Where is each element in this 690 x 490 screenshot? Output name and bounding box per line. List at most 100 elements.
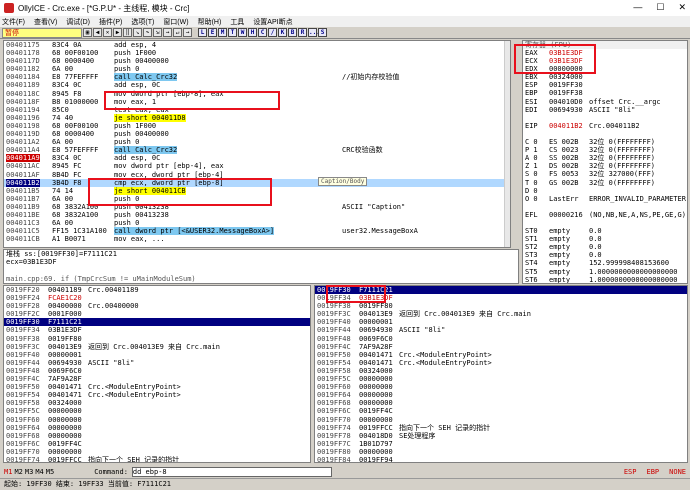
disasm-row[interactable]: 004011CB A1 B0071 mov eax, ... bbox=[4, 235, 510, 243]
dump-row[interactable]: 0019FF4C 7AF9A28F bbox=[4, 375, 310, 383]
maximize-button[interactable]: ☐ bbox=[656, 2, 664, 13]
dump-row[interactable]: 0019FF30 F7111C21 bbox=[4, 318, 310, 327]
register-row[interactable] bbox=[523, 219, 687, 227]
toolbar-letter-10[interactable]: R bbox=[298, 28, 307, 37]
menu-plugins[interactable]: 插件(P) bbox=[99, 17, 122, 27]
stack-row[interactable]: 0019FF78 004018D0 SE处理程序 bbox=[315, 432, 687, 440]
stack-pane[interactable]: 0019FF30 F7111C21 0019FF34 03B1E3DF 0019FF38… bbox=[314, 285, 688, 463]
dump-row[interactable]: 0019FF20 00401189 Crc.00401189 bbox=[4, 286, 310, 294]
menu-view[interactable]: 查看(V) bbox=[34, 17, 57, 27]
menu-help[interactable]: 帮助(H) bbox=[198, 17, 222, 27]
run-icon[interactable]: ▶ bbox=[113, 28, 122, 37]
menu-window[interactable]: 窗口(W) bbox=[163, 17, 188, 27]
register-row[interactable] bbox=[523, 203, 687, 211]
register-row[interactable] bbox=[523, 130, 687, 138]
registers-pane[interactable]: 寄存器 (FPU) EAX 03B1E3DF ECX 03B1E3DF EDX 00000… bbox=[522, 40, 688, 284]
step-into-icon[interactable]: ↘ bbox=[133, 28, 142, 37]
toolbar-letter-3[interactable]: T bbox=[228, 28, 237, 37]
close-button[interactable]: ✕ bbox=[678, 2, 686, 13]
stack-row[interactable]: 0019FF74 0019FFCC 指向下一个 SEH 记录的指针 bbox=[315, 424, 687, 432]
register-row[interactable]: ST5 empty 1.0000000000000000000 bbox=[523, 268, 687, 276]
toolbar-letter-5[interactable]: H bbox=[248, 28, 257, 37]
dump-row[interactable]: 0019FF70 00000000 bbox=[4, 448, 310, 456]
disasm-row[interactable]: 004011C5 FF15 1C31A100 call dword ptr [<&U… bbox=[4, 227, 510, 236]
dump-row[interactable]: 0019FF48 0069F6C0 bbox=[4, 367, 310, 375]
disasm-row[interactable]: 0040118C 8945 F8 mov dword ptr [ebp-8], ea… bbox=[4, 90, 510, 98]
register-row[interactable]: ST2 empty 0.0 bbox=[523, 243, 687, 251]
run-to-return-icon[interactable]: ↵ bbox=[173, 28, 182, 37]
close-process-icon[interactable]: ✕ bbox=[103, 28, 112, 37]
disasm-row[interactable]: 0040119D 68 0000400 push 00400000 bbox=[4, 130, 510, 138]
command-tab-2[interactable]: M3 bbox=[25, 468, 33, 476]
stack-row[interactable]: 0019FF3C 004013E9 返回到 Crc.004013E9 来自 Crc.… bbox=[315, 310, 687, 318]
dump-row[interactable]: 0019FF44 00694930 ASCII "8li" bbox=[4, 359, 310, 367]
dump-row[interactable]: 0019FF2C 0001F000 bbox=[4, 310, 310, 318]
command-tab-0[interactable]: M1 bbox=[4, 468, 12, 476]
register-row[interactable]: EDX 00000000 bbox=[523, 65, 687, 73]
menu-api-breakpoint[interactable]: 设置API断点 bbox=[253, 17, 292, 27]
toolbar-letter-4[interactable]: W bbox=[238, 28, 247, 37]
disasm-row[interactable]: 0040118F B8 01000000 mov eax, 1 bbox=[4, 98, 510, 106]
disasm-row[interactable]: 00401196 74 40 je short 004011D8 bbox=[4, 113, 510, 122]
register-row[interactable]: ST6 empty 1.0000000000000000000 bbox=[523, 276, 687, 283]
stack-row[interactable]: 0019FF48 0069F6C0 bbox=[315, 335, 687, 343]
stack-row[interactable]: 0019FF64 00000000 bbox=[315, 391, 687, 399]
register-row[interactable]: ST1 empty 0.0 bbox=[523, 235, 687, 243]
cmd-ebp[interactable]: EBP bbox=[646, 468, 659, 476]
menu-tools[interactable]: 工具 bbox=[230, 17, 244, 27]
menu-file[interactable]: 文件(F) bbox=[2, 17, 25, 27]
disasm-row[interactable]: 0040117D 68 0000400 push 00400000 bbox=[4, 57, 510, 65]
toolbar-letter-9[interactable]: B bbox=[288, 28, 297, 37]
stack-row[interactable]: 0019FF54 00401471 Crc.<ModuleEntryPoint> bbox=[315, 359, 687, 367]
register-row[interactable]: ST0 empty 0.0 bbox=[523, 227, 687, 235]
command-tab-4[interactable]: M5 bbox=[46, 468, 54, 476]
dump-row[interactable]: 0019FF40 00000001 bbox=[4, 351, 310, 359]
stack-row[interactable]: 0019FF5C 00000000 bbox=[315, 375, 687, 383]
dump-row[interactable]: 0019FF54 00401471 Crc.<ModuleEntryPoint> bbox=[4, 391, 310, 399]
command-tab-3[interactable]: M4 bbox=[35, 468, 43, 476]
register-row[interactable]: T 0 GS 002B 32位 0(FFFFFFFF) bbox=[523, 179, 687, 187]
register-row[interactable]: EBX 00324000 bbox=[523, 73, 687, 81]
stack-row[interactable]: 0019FF60 00000000 bbox=[315, 383, 687, 391]
stack-row[interactable]: 0019FF50 00401471 Crc.<ModuleEntryPoint> bbox=[315, 351, 687, 359]
stack-row[interactable]: 0019FF70 00000000 bbox=[315, 416, 687, 424]
restart-icon[interactable]: ◀ bbox=[93, 28, 102, 37]
stack-row[interactable]: 0019FF4C 7AF9A28F bbox=[315, 343, 687, 351]
dump-row[interactable]: 0019FF64 00000000 bbox=[4, 424, 310, 432]
step-over-icon[interactable]: ↷ bbox=[143, 28, 152, 37]
dump-row[interactable]: 0019FF3C 004013E9 返回到 Crc.004013E9 来自 Crc.… bbox=[4, 343, 310, 351]
disasm-row[interactable]: 00401175 83C4 0A add esp, 4 bbox=[4, 41, 510, 49]
toolbar-letter-7[interactable]: / bbox=[268, 28, 277, 37]
register-row[interactable]: ESP 0019FF30 bbox=[523, 81, 687, 89]
disasm-row[interactable]: 004011BE 68 3832A100 push 00413238 bbox=[4, 211, 510, 219]
disasm-row[interactable]: 004011B9 68 3832A100 push 00413238 ASCII "C… bbox=[4, 203, 510, 211]
toolbar-letter-8[interactable]: K bbox=[278, 28, 287, 37]
register-row[interactable]: C 0 ES 002B 32位 0(FFFFFFFF) bbox=[523, 138, 687, 146]
stack-row[interactable]: 0019FF84 0019FF94 bbox=[315, 456, 687, 462]
open-icon[interactable]: ▣ bbox=[83, 28, 92, 37]
dump-row[interactable]: 0019FF58 00324000 bbox=[4, 399, 310, 407]
stack-row[interactable]: 0019FF40 00000001 bbox=[315, 318, 687, 326]
stack-row[interactable]: 0019FF7C 1B01D797 bbox=[315, 440, 687, 448]
register-row[interactable] bbox=[523, 114, 687, 122]
disasm-row[interactable]: 00401184 E8 77FEFFFF call Calc_Crc32 //初始内存… bbox=[4, 73, 510, 82]
disasm-row[interactable]: 004011A9 83C4 0C add esp, 0C bbox=[4, 154, 510, 163]
dump-row[interactable]: 0019FF38 0019FF80 bbox=[4, 335, 310, 343]
disasm-row[interactable]: 00401182 6A 00 push 0 bbox=[4, 65, 510, 73]
dump-row[interactable]: 0019FF34 03B1E3DF bbox=[4, 326, 310, 334]
register-row[interactable]: D 0 bbox=[523, 187, 687, 195]
disasm-row[interactable]: 004011AF 8B4D FC mov ecx, dword ptr [ebp-4… bbox=[4, 171, 510, 179]
disasm-row[interactable]: 00401194 85C0 test eax, eax bbox=[4, 106, 510, 114]
stack-row[interactable]: 0019FF58 00324000 bbox=[315, 367, 687, 375]
minimize-button[interactable]: — bbox=[633, 2, 642, 13]
cmd-none[interactable]: NONE bbox=[669, 468, 686, 476]
toolbar-letter-11[interactable]: ... bbox=[308, 28, 320, 37]
disasm-row[interactable]: 00401189 83C4 0C add esp, 0C bbox=[4, 81, 510, 89]
cmd-esp[interactable]: ESP bbox=[624, 468, 637, 476]
menu-options[interactable]: 选项(T) bbox=[131, 17, 154, 27]
register-row[interactable]: ST4 empty 152.999998408153600 bbox=[523, 259, 687, 267]
register-row[interactable]: ST3 empty 0.0 bbox=[523, 251, 687, 259]
disasm-row[interactable]: 00401178 68 00F00100 push 1F000 bbox=[4, 49, 510, 57]
animate-into-icon[interactable]: ⇲ bbox=[153, 28, 162, 37]
goto-icon[interactable]: → bbox=[183, 28, 192, 37]
